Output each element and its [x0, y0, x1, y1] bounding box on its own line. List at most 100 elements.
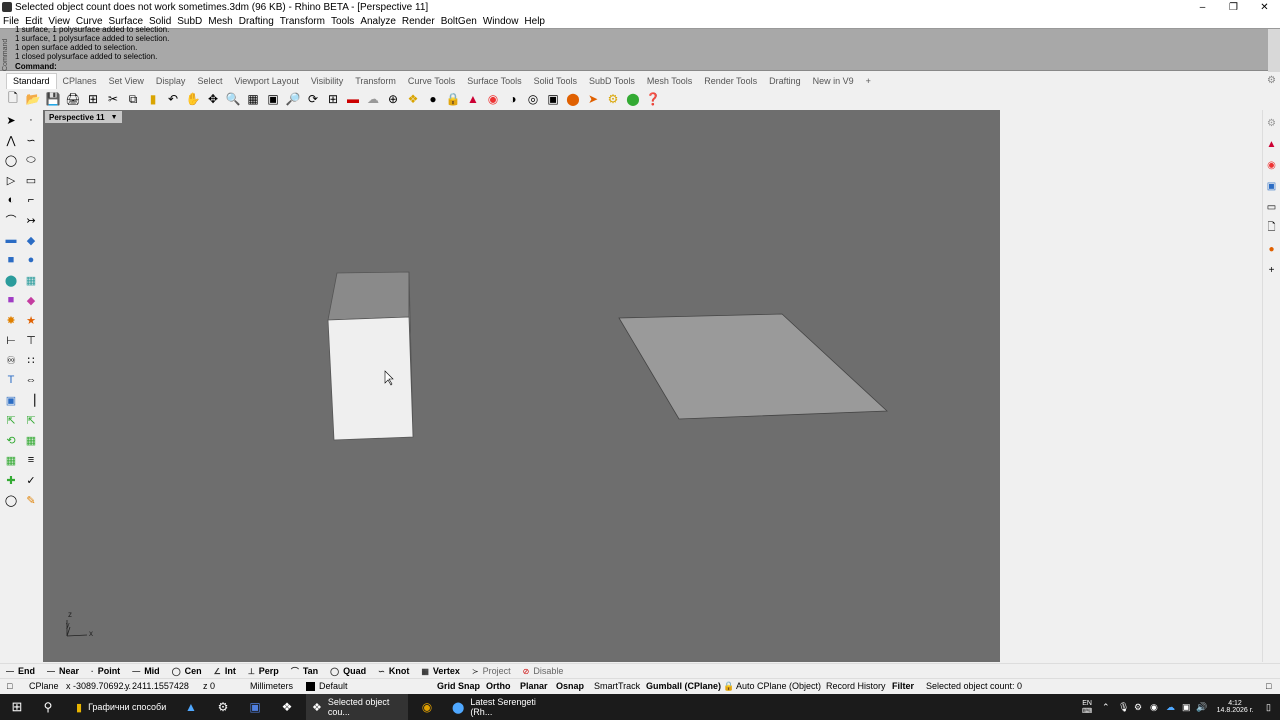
move-icon[interactable]: ⇱ [3, 412, 19, 428]
chevron-up-icon[interactable]: ⌃ [1102, 694, 1110, 720]
status-ortho[interactable]: Ortho [486, 681, 511, 691]
menu-analyze[interactable]: Analyze [360, 16, 396, 27]
tab-surface-tools[interactable]: Surface Tools [461, 74, 527, 89]
render-panel-icon[interactable]: ● [1266, 243, 1278, 255]
undo-view-icon[interactable]: ⟳ [305, 91, 321, 107]
box-icon[interactable]: ■ [3, 252, 19, 268]
command-prompt[interactable]: Command: [15, 62, 57, 71]
new-file-icon[interactable]: 🗋 [5, 91, 21, 107]
display-icon[interactable]: ▣ [1266, 180, 1278, 192]
taskbar-item-grafichni[interactable]: ▮ Графични способи [70, 694, 170, 720]
select-arrow-icon[interactable]: ➤ [3, 112, 19, 128]
rhino-taskbar-icon[interactable]: ❖ [278, 694, 296, 720]
search-icon[interactable]: ⚲ [38, 694, 58, 720]
close-icon[interactable]: ✕ [1249, 0, 1280, 14]
windows-start-icon[interactable]: ⊞ [8, 694, 26, 720]
menu-help[interactable]: Help [524, 16, 545, 27]
named-view-icon[interactable]: ▬ [345, 91, 361, 107]
copy-transform-icon[interactable]: ⇱ [23, 412, 39, 428]
osnap-knot[interactable]: ∽ Knot [378, 666, 409, 676]
notification-icon[interactable]: ▯ [1266, 694, 1271, 720]
polygon-icon[interactable]: ▷ [3, 172, 19, 188]
subd-box-icon[interactable]: ■ [3, 292, 19, 308]
explode-icon[interactable]: ∷ [23, 352, 39, 368]
arc-icon[interactable]: ◐ [3, 192, 19, 208]
zoom-icon[interactable]: 🔍 [225, 91, 241, 107]
osnap-near[interactable]: — Near [47, 666, 79, 676]
network-icon[interactable]: ▣ [1182, 694, 1191, 720]
tab-render-tools[interactable]: Render Tools [698, 74, 763, 89]
options-gear-icon[interactable]: ⚙ [605, 91, 621, 107]
import-icon[interactable]: ⊞ [85, 91, 101, 107]
menu-drafting[interactable]: Drafting [239, 16, 274, 27]
mesh-icon[interactable]: ▦ [23, 272, 39, 288]
osnap-end[interactable]: — End [6, 666, 35, 676]
status-cplane[interactable]: CPlane [29, 681, 59, 691]
save-icon[interactable]: 💾 [45, 91, 61, 107]
align-icon[interactable]: ≡ [23, 452, 39, 468]
status-layer[interactable]: Default [306, 681, 348, 692]
status-osnap[interactable]: Osnap [556, 681, 584, 691]
layers-icon[interactable]: ◉ [1266, 159, 1278, 171]
render-light-icon[interactable]: ✸ [3, 312, 19, 328]
status-filter[interactable]: Filter [892, 681, 914, 691]
pointer-flash-icon[interactable]: ➤ [585, 91, 601, 107]
tab-curve-tools[interactable]: Curve Tools [402, 74, 461, 89]
curve-icon[interactable]: ∽ [23, 132, 39, 148]
point-icon[interactable]: · [23, 112, 39, 128]
chevron-down-icon[interactable]: ▼ [111, 114, 118, 121]
copy-icon[interactable]: ⧉ [125, 91, 141, 107]
menu-render[interactable]: Render [402, 16, 435, 27]
layer-icon[interactable]: ▲ [465, 91, 481, 107]
menu-transform[interactable]: Transform [280, 16, 325, 27]
tab-visibility[interactable]: Visibility [305, 74, 349, 89]
clock[interactable]: 4:12 14.8.2026 г. [1210, 694, 1260, 720]
menu-boltgen[interactable]: BoltGen [441, 16, 477, 27]
tab-new-in-v9[interactable]: New in V9 [807, 74, 860, 89]
help-icon[interactable]: ❓ [645, 91, 661, 107]
paste-icon[interactable]: ▮ [145, 91, 161, 107]
rotate-icon[interactable]: ⟲ [3, 432, 19, 448]
menu-window[interactable]: Window [483, 16, 519, 27]
open-file-icon[interactable]: 📂 [25, 91, 41, 107]
zoom-selected-icon[interactable]: 🔎 [285, 91, 301, 107]
fillet-curve-icon[interactable]: ⌐ [23, 192, 39, 208]
flamingo-icon[interactable]: ★ [23, 312, 39, 328]
extend-curve-icon[interactable]: ↣ [23, 212, 39, 228]
osnap-point[interactable]: · Point [91, 666, 120, 676]
light-icon[interactable]: ● [425, 91, 441, 107]
plane-surface-icon[interactable]: ▬ [3, 232, 19, 248]
scale-icon[interactable]: ▦ [23, 432, 39, 448]
settings-tray-icon[interactable]: ⚙ [1134, 694, 1142, 720]
volume-icon[interactable]: 🔊 [1196, 694, 1207, 720]
taskbar-item-rhino-window[interactable]: ❖ Selected object cou... [306, 694, 408, 720]
pan-icon[interactable]: ✋ [185, 91, 201, 107]
trim-icon[interactable]: ⊢ [3, 332, 19, 348]
document-icon[interactable]: 🗋 [1266, 222, 1278, 234]
osnap-tan[interactable]: ⌒ Tan [291, 666, 318, 677]
edit-tools-icon[interactable]: ✎ [23, 492, 39, 508]
dir-icon[interactable]: ◯ [3, 492, 19, 508]
split-icon[interactable]: ⊤ [23, 332, 39, 348]
status-smarttrack[interactable]: SmartTrack [594, 681, 640, 691]
array-icon[interactable]: ▦ [3, 452, 19, 468]
language-indicator[interactable]: EN ⌨ [1082, 694, 1092, 720]
environment-icon[interactable]: ◎ [525, 91, 541, 107]
color-wheel-icon[interactable]: ◉ [485, 91, 501, 107]
panel-settings-icon[interactable]: ⚙ [1266, 117, 1278, 129]
grasshopper-icon[interactable]: ⬤ [625, 91, 641, 107]
osnap-quad[interactable]: ◯ Quad [330, 666, 366, 676]
cut-icon[interactable]: ✂ [105, 91, 121, 107]
subd-tools-icon[interactable]: ◆ [23, 292, 39, 308]
status-gumball[interactable]: Gumball (CPlane) [646, 681, 721, 691]
osnap-mid[interactable]: — Mid [132, 666, 160, 676]
status-auto-cplane[interactable]: Auto CPlane (Object) [736, 681, 821, 691]
viewport-title-tab[interactable]: Perspective 11 ▼ [45, 111, 122, 123]
offset-curve-icon[interactable]: ⌒ [3, 212, 19, 228]
osnap-perp[interactable]: ⊥ Perp [248, 666, 279, 676]
gear-icon[interactable]: ⚙ [1267, 75, 1276, 86]
menu-tools[interactable]: Tools [331, 16, 354, 27]
dimension-icon[interactable]: ⇔ [23, 372, 39, 388]
zoom-window-icon[interactable]: ▦ [245, 91, 261, 107]
render-sphere-icon[interactable]: ⬤ [565, 91, 581, 107]
